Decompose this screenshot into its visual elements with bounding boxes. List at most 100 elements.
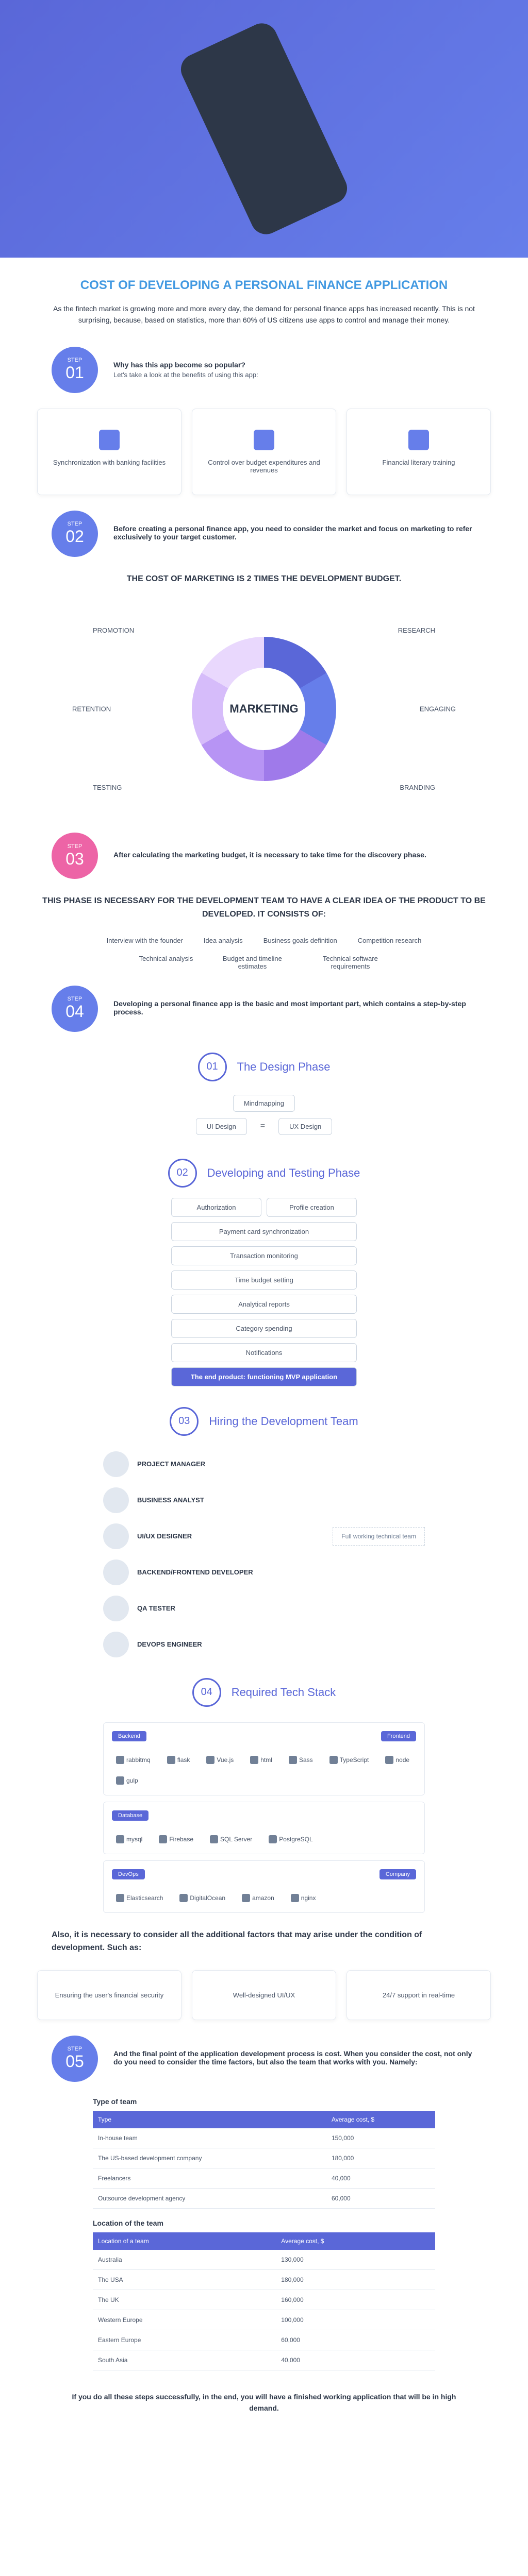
team-row: QA TESTER: [103, 1596, 425, 1621]
tech-item: amazon: [238, 1892, 278, 1904]
tech-item: Elasticsearch: [112, 1892, 167, 1904]
team-role: UI/UX DESIGNER: [137, 1532, 192, 1540]
step-05-desc: And the final point of the application d…: [113, 2049, 476, 2066]
td: South Asia: [93, 2350, 276, 2370]
tech-icon: [206, 1756, 214, 1764]
benefit-text: Financial literary training: [357, 459, 480, 466]
feature-pill: Time budget setting: [171, 1270, 357, 1290]
avatar: [103, 1560, 129, 1585]
phase-02-num: 02: [168, 1159, 197, 1188]
tech-item: nginx: [287, 1892, 320, 1904]
feature-pill: Payment card synchronization: [171, 1222, 357, 1241]
team-type-table: Type of team Type Average cost, $ In-hou…: [93, 2097, 435, 2209]
ui-design-pill: UI Design: [196, 1118, 247, 1135]
step-01-title: Why has this app become so popular?: [113, 361, 476, 369]
tech-item: rabbitmq: [112, 1754, 155, 1766]
table-2-title: Location of the team: [93, 2219, 435, 2227]
step-label: STEP: [68, 357, 82, 363]
phase-04-title: Required Tech Stack: [232, 1686, 336, 1699]
avatar: [103, 1451, 129, 1477]
td: 40,000: [276, 2350, 435, 2370]
td: 40,000: [326, 2168, 435, 2188]
team-role: QA TESTER: [137, 1604, 175, 1612]
tech-item: Sass: [285, 1754, 317, 1766]
step-05: STEP 05 And the final point of the appli…: [52, 2036, 476, 2082]
tech-item: Vue.js: [202, 1754, 238, 1766]
avatar: [103, 1523, 129, 1549]
tech-label-backend: Backend: [112, 1731, 146, 1741]
design-root-pill: Mindmapping: [233, 1095, 295, 1112]
tech-db: Database mysql Firebase SQL Server Postg…: [103, 1802, 425, 1854]
table-row: South Asia40,000: [93, 2350, 435, 2370]
td: In-house team: [93, 2128, 326, 2148]
discovery-tree: Interview with the founder Idea analysis…: [52, 937, 476, 970]
factor-text: Ensuring the user's financial security: [48, 1991, 171, 1999]
factor-card: 24/7 support in real-time: [346, 1970, 491, 2020]
td: 60,000: [326, 2188, 435, 2208]
benefits-row: Synchronization with banking facilities …: [31, 409, 497, 495]
table-row: Australia130,000: [93, 2250, 435, 2270]
tech-item: mysql: [112, 1833, 146, 1845]
team-note: Full working technical team: [333, 1527, 425, 1546]
tech-icon: [289, 1756, 297, 1764]
td: 150,000: [326, 2128, 435, 2148]
table-row: Freelancers40,000: [93, 2168, 435, 2188]
benefit-card: Synchronization with banking facilities: [37, 409, 182, 495]
donut-label-retention: RETENTION: [72, 705, 111, 713]
donut-label-testing: TESTING: [93, 784, 122, 791]
page-title: COST OF DEVELOPING A PERSONAL FINANCE AP…: [31, 278, 497, 293]
th: Type: [93, 2111, 326, 2128]
feature-pill: Analytical reports: [171, 1295, 357, 1314]
step-number: 02: [65, 527, 84, 546]
tech-stack: Backend Frontend rabbitmq flask Vue.js h…: [103, 1722, 425, 1913]
feature-pill: Notifications: [171, 1343, 357, 1362]
step-02-desc: Before creating a personal finance app, …: [113, 524, 476, 541]
factor-card: Ensuring the user's financial security: [37, 1970, 182, 2020]
team-row: PROJECT MANAGER: [103, 1451, 425, 1477]
tech-icon: [179, 1894, 188, 1902]
feature-pill: Transaction monitoring: [171, 1246, 357, 1265]
step-03: STEP 03 After calculating the marketing …: [52, 833, 476, 879]
tech-icon: [269, 1835, 277, 1843]
th: Average cost, $: [326, 2111, 435, 2128]
team-list: PROJECT MANAGER BUSINESS ANALYST UI/UX D…: [103, 1451, 425, 1657]
donut-label-branding: BRANDING: [400, 784, 435, 791]
donut-label-promotion: PROMOTION: [93, 626, 134, 634]
phase-02-title: Developing and Testing Phase: [207, 1166, 360, 1180]
team-role: PROJECT MANAGER: [137, 1460, 205, 1468]
budget-icon: [254, 430, 274, 450]
benefit-card: Financial literary training: [346, 409, 491, 495]
discovery-node: Technical software requirements: [311, 955, 389, 970]
benefit-text: Control over budget expenditures and rev…: [203, 459, 325, 474]
discovery-node: Competition research: [358, 937, 422, 944]
phase-03-num: 03: [170, 1407, 199, 1436]
factor-card: Well-designed UI/UX: [192, 1970, 336, 2020]
step-04: STEP 04 Developing a personal finance ap…: [52, 986, 476, 1032]
tech-icon: [210, 1835, 218, 1843]
td: Outsource development agency: [93, 2188, 326, 2208]
tech-icon: [159, 1835, 167, 1843]
step-number: 03: [65, 850, 84, 869]
feature-pill: Category spending: [171, 1319, 357, 1338]
avatar: [103, 1596, 129, 1621]
td: The USA: [93, 2269, 276, 2290]
phase-04-header: 04 Required Tech Stack: [31, 1678, 497, 1707]
feature-pill: Profile creation: [267, 1198, 357, 1217]
step-04-desc: Developing a personal finance app is the…: [113, 999, 476, 1016]
table-row: The UK160,000: [93, 2290, 435, 2310]
benefit-card: Control over budget expenditures and rev…: [192, 409, 336, 495]
td: Eastern Europe: [93, 2330, 276, 2350]
table-row: The US-based development company180,000: [93, 2148, 435, 2168]
table-row: The USA180,000: [93, 2269, 435, 2290]
marketing-donut-chart: MARKETING PROMOTION RESEARCH RETENTION E…: [31, 606, 497, 812]
discovery-node: Idea analysis: [204, 937, 243, 944]
sync-icon: [99, 430, 120, 450]
ux-design-pill: UX Design: [278, 1118, 332, 1135]
phase-04-num: 04: [192, 1678, 221, 1707]
factor-text: Well-designed UI/UX: [203, 1991, 325, 1999]
tech-label-company: Company: [380, 1869, 416, 1879]
phase-02-header: 02 Developing and Testing Phase: [31, 1159, 497, 1188]
team-row: BACKEND/FRONTEND DEVELOPER: [103, 1560, 425, 1585]
avatar: [103, 1632, 129, 1657]
closing-text: If you do all these steps successfully, …: [62, 2391, 466, 2414]
